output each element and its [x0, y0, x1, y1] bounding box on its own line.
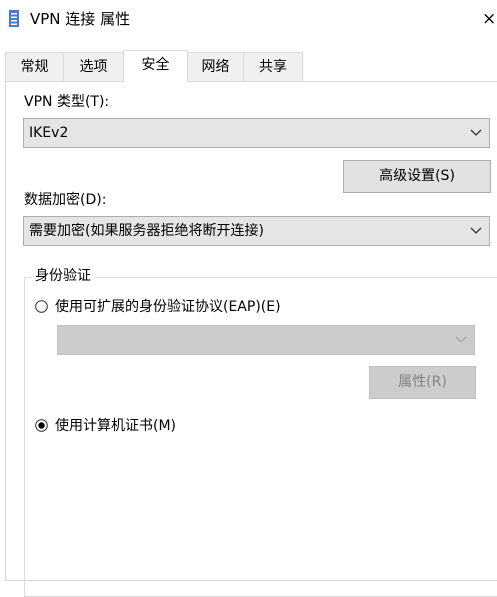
tab-strip: 常规 选项 安全 网络 共享 — [0, 50, 497, 82]
title-bar: VPN 连接 属性 × — [0, 0, 497, 38]
tab-general[interactable]: 常规 — [5, 52, 64, 81]
computer-cert-option-label[interactable]: 使用计算机证书(M) — [55, 417, 176, 435]
chevron-down-icon — [470, 227, 482, 234]
tab-options[interactable]: 选项 — [63, 52, 124, 81]
vpn-type-label: VPN 类型(T): — [24, 94, 110, 110]
advanced-settings-button[interactable]: 高级设置(S) — [343, 160, 491, 193]
authentication-group-title: 身份验证 — [31, 266, 95, 286]
chevron-down-icon — [455, 336, 467, 343]
eap-option-label[interactable]: 使用可扩展的身份验证协议(EAP)(E) — [55, 298, 281, 316]
encryption-label: 数据加密(D): — [24, 192, 107, 208]
eap-method-dropdown — [57, 325, 475, 355]
vpn-type-value: IKEv2 — [29, 125, 69, 141]
vpn-connection-icon — [9, 10, 19, 27]
eap-radio-button[interactable] — [35, 300, 48, 313]
vpn-type-dropdown[interactable]: IKEv2 — [23, 118, 490, 148]
chevron-down-icon — [470, 129, 482, 136]
properties-button: 属性(R) — [369, 366, 476, 399]
window-title: VPN 连接 属性 — [30, 10, 131, 28]
encryption-value: 需要加密(如果服务器拒绝将断开连接) — [29, 223, 264, 239]
tab-networking[interactable]: 网络 — [187, 52, 244, 81]
close-icon[interactable]: × — [482, 9, 497, 29]
encryption-dropdown[interactable]: 需要加密(如果服务器拒绝将断开连接) — [23, 216, 490, 246]
tab-sharing[interactable]: 共享 — [243, 52, 303, 81]
computer-cert-radio-button[interactable] — [35, 419, 48, 432]
tab-security[interactable]: 安全 — [123, 50, 188, 82]
